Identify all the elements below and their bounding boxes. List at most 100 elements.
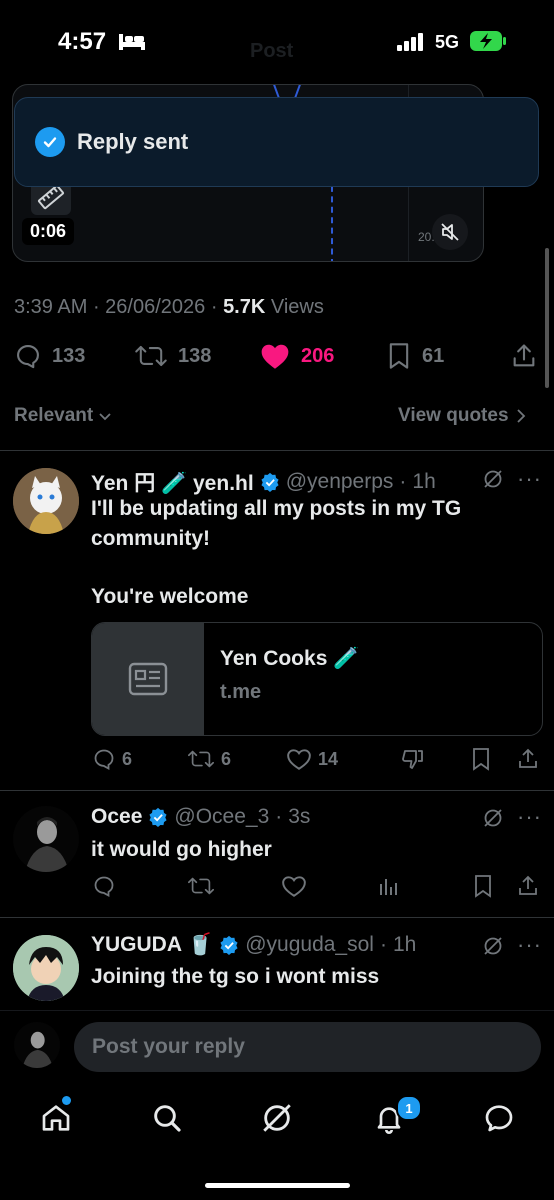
bookmark-button[interactable] bbox=[470, 747, 492, 771]
separator-dot: · bbox=[399, 470, 407, 493]
repost-stat-button[interactable]: 138 bbox=[134, 342, 211, 370]
card-domain: t.me bbox=[220, 681, 262, 703]
reply-button[interactable] bbox=[92, 874, 116, 898]
tab-search[interactable] bbox=[147, 1101, 187, 1135]
tab-grok[interactable] bbox=[257, 1101, 297, 1135]
downvote-button[interactable] bbox=[400, 747, 426, 771]
grok-icon[interactable] bbox=[482, 468, 504, 490]
divider bbox=[0, 917, 554, 918]
chevron-right-icon bbox=[516, 409, 525, 423]
bookmark-stat-button[interactable]: 61 bbox=[386, 342, 444, 370]
like-button[interactable] bbox=[281, 874, 307, 898]
separator-dot: · bbox=[275, 805, 283, 828]
author-handle: @yenperps bbox=[285, 470, 394, 493]
mute-button[interactable] bbox=[432, 214, 468, 250]
repost-button[interactable] bbox=[187, 874, 215, 898]
share-button[interactable] bbox=[516, 747, 540, 771]
reply-input[interactable]: Post your reply bbox=[74, 1022, 541, 1072]
thumbs-down-icon bbox=[402, 750, 423, 769]
divider bbox=[0, 450, 554, 451]
author-handle: @Ocee_3 bbox=[174, 805, 270, 828]
reply-text: Joining the tg so i wont miss bbox=[91, 965, 380, 988]
view-quotes-label: View quotes bbox=[398, 405, 509, 426]
author-name: YUGUDA 🥤 bbox=[91, 933, 214, 956]
share-icon bbox=[519, 748, 537, 768]
my-avatar[interactable] bbox=[14, 1022, 60, 1068]
grok-icon[interactable] bbox=[482, 807, 504, 829]
views-button[interactable] bbox=[378, 874, 400, 898]
like-stat-button[interactable]: 206 bbox=[259, 342, 334, 370]
share-icon bbox=[513, 344, 535, 367]
reply-text: You're welcome bbox=[91, 585, 249, 608]
bookmark-icon bbox=[473, 748, 489, 771]
reply-count: 133 bbox=[52, 344, 86, 367]
grok-icon[interactable] bbox=[482, 935, 504, 957]
reply-stat-button[interactable]: 133 bbox=[14, 342, 85, 370]
view-quotes-link[interactable]: View quotes bbox=[398, 405, 527, 427]
post-date: 26/06/2026 bbox=[105, 296, 206, 318]
post-time: 3:39 AM bbox=[14, 296, 88, 318]
repost-icon bbox=[135, 345, 167, 367]
sort-label: Relevant bbox=[14, 405, 94, 426]
author-name: Yen 円 🧪 yen.hl bbox=[91, 472, 254, 495]
verified-badge-icon bbox=[149, 807, 167, 827]
battery-charging-icon bbox=[469, 30, 507, 52]
verified-badge-icon bbox=[220, 935, 238, 955]
tab-home[interactable] bbox=[36, 1101, 76, 1135]
more-options-icon[interactable]: ··· bbox=[517, 804, 542, 830]
like-count: 14 bbox=[318, 748, 339, 769]
avatar[interactable] bbox=[13, 935, 79, 1001]
repost-icon bbox=[188, 750, 214, 768]
like-button[interactable]: 14 bbox=[286, 747, 338, 771]
heart-icon bbox=[282, 876, 306, 897]
link-preview-card[interactable]: Yen Cooks 🧪 t.me bbox=[91, 622, 543, 736]
article-icon bbox=[92, 623, 204, 735]
avatar[interactable] bbox=[13, 468, 79, 534]
separator-dot: · bbox=[379, 933, 387, 956]
network-type: 5G bbox=[435, 32, 460, 52]
reply-author[interactable]: Yen 円 🧪 yen.hl @yenperps · 1h bbox=[91, 467, 436, 497]
check-circle-icon bbox=[35, 127, 65, 157]
cell-signal-icon bbox=[397, 33, 425, 51]
repost-count: 6 bbox=[221, 748, 232, 769]
reply-icon bbox=[94, 749, 114, 771]
card-title: Yen Cooks 🧪 bbox=[220, 647, 360, 670]
reply-sent-toast: Reply sent bbox=[14, 97, 539, 187]
reply-author[interactable]: Ocee @Ocee_3 · 3s bbox=[91, 805, 310, 829]
muted-speaker-icon bbox=[441, 223, 459, 241]
message-bubble-icon bbox=[485, 1105, 513, 1132]
avatar[interactable] bbox=[13, 806, 79, 872]
share-button[interactable] bbox=[510, 342, 538, 370]
scrollbar[interactable] bbox=[545, 248, 549, 388]
views-label: Views bbox=[270, 296, 324, 318]
search-icon bbox=[154, 1105, 181, 1132]
toast-text: Reply sent bbox=[77, 129, 189, 154]
reply-button[interactable]: 6 bbox=[92, 747, 132, 771]
bookmark-count: 61 bbox=[422, 344, 445, 367]
repost-icon bbox=[188, 877, 214, 895]
analytics-icon bbox=[380, 879, 397, 895]
author-handle: @yuguda_sol bbox=[245, 933, 374, 956]
bookmark-button[interactable] bbox=[472, 874, 494, 898]
divider bbox=[0, 790, 554, 791]
reply-count: 6 bbox=[122, 748, 133, 769]
tab-messages[interactable] bbox=[479, 1101, 519, 1135]
home-indicator bbox=[205, 1183, 350, 1188]
post-timestamp-views: 3:39 AM · 26/06/2026 · 5.7K Views bbox=[14, 296, 324, 318]
share-icon bbox=[519, 875, 537, 895]
sort-dropdown[interactable]: Relevant bbox=[14, 405, 113, 427]
like-count: 206 bbox=[301, 344, 335, 367]
more-options-icon[interactable]: ··· bbox=[517, 932, 542, 958]
reply-icon bbox=[94, 876, 114, 898]
bookmark-icon bbox=[389, 343, 409, 369]
chevron-down-icon bbox=[99, 413, 111, 421]
share-button[interactable] bbox=[516, 874, 540, 898]
page-title: Post bbox=[250, 40, 294, 62]
more-options-icon[interactable]: ··· bbox=[517, 466, 542, 492]
grok-icon bbox=[263, 1104, 291, 1132]
notifications-badge: 1 bbox=[396, 1095, 422, 1121]
repost-button[interactable]: 6 bbox=[187, 747, 231, 771]
reply-text: it would go higher bbox=[91, 838, 272, 861]
home-icon bbox=[42, 1105, 70, 1131]
reply-author[interactable]: YUGUDA 🥤 @yuguda_sol · 1h bbox=[91, 933, 416, 957]
